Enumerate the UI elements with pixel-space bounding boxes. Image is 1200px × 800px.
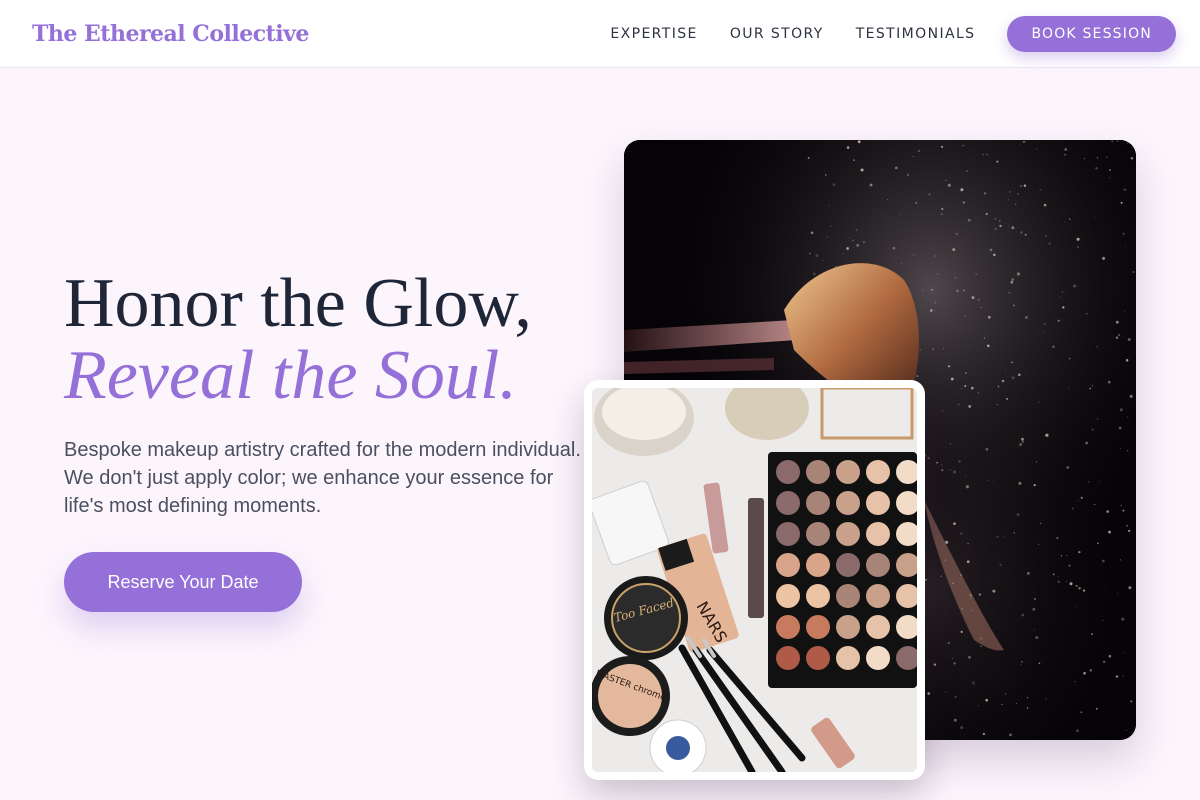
reserve-date-button[interactable]: Reserve Your Date <box>64 552 302 612</box>
nav-link-our-story[interactable]: OUR STORY <box>730 26 824 42</box>
nav-link-testimonials[interactable]: TESTIMONIALS <box>856 26 976 42</box>
makeup-flatlay-image: NARS Too Faced MASTER chrome <box>584 380 925 780</box>
book-session-button[interactable]: BOOK SESSION <box>1007 15 1176 52</box>
nav-link-expertise[interactable]: EXPERTISE <box>610 26 697 42</box>
main-nav: EXPERTISE OUR STORY TESTIMONIALS BOOK SE… <box>610 15 1176 52</box>
hero-description: Bespoke makeup artistry crafted for the … <box>64 439 581 517</box>
hero-title: Honor the Glow, Reveal the Soul. <box>64 268 532 412</box>
flatlay-illustration: NARS Too Faced MASTER chrome <box>592 388 917 772</box>
hero-title-line2: Reveal the Soul. <box>64 337 517 414</box>
site-header: The Ethereal Collective EXPERTISE OUR ST… <box>0 0 1200 68</box>
hero-title-line1: Honor the Glow, <box>64 265 532 342</box>
brand-logo[interactable]: The Ethereal Collective <box>32 21 309 47</box>
